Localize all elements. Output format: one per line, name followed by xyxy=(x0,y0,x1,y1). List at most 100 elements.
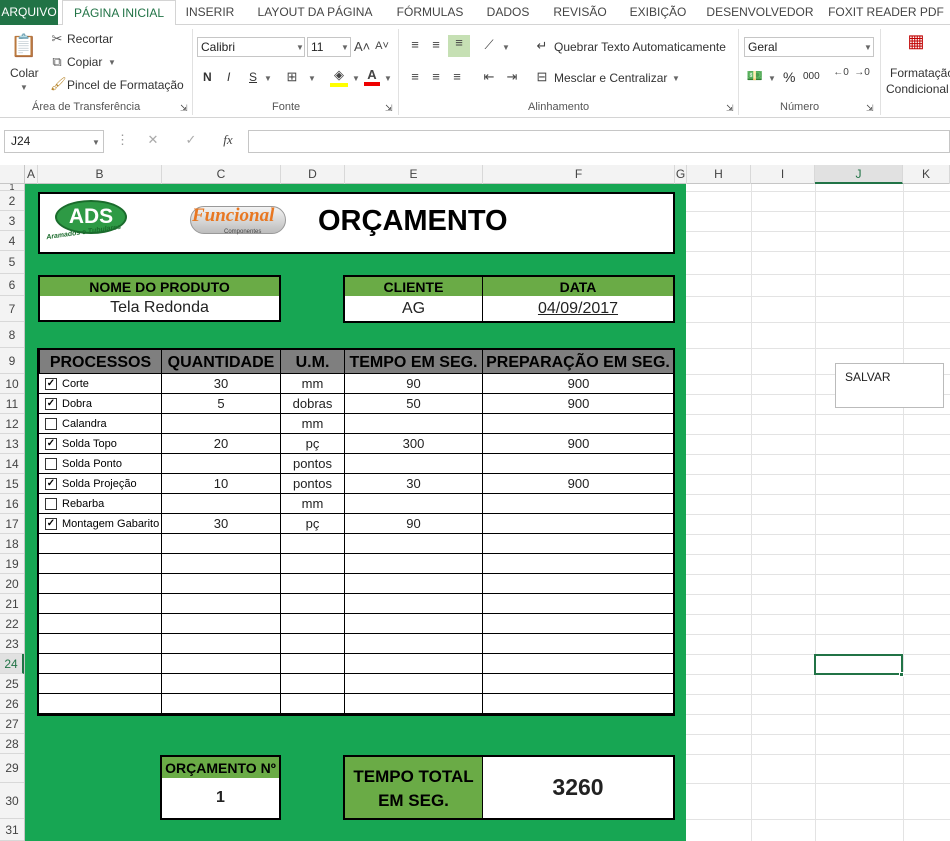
currency-icon[interactable]: 💵 xyxy=(745,68,765,84)
cell-qty[interactable] xyxy=(162,534,281,554)
process-cell[interactable] xyxy=(38,534,162,554)
cell-unit[interactable]: pç xyxy=(281,434,345,454)
cancel-icon[interactable]: ✕ xyxy=(145,132,161,148)
cell-unit[interactable] xyxy=(281,594,345,614)
align-top-icon[interactable]: ≡ xyxy=(406,37,424,52)
process-cell[interactable]: ✓ Dobra xyxy=(38,394,162,414)
row-header[interactable]: 3 xyxy=(0,211,24,231)
conditional-format-label-1[interactable]: Formatação xyxy=(890,66,950,80)
cell-qty[interactable] xyxy=(162,454,281,474)
row-header[interactable]: 29 xyxy=(0,754,24,783)
cell-time[interactable] xyxy=(345,694,483,714)
row-header[interactable]: 9 xyxy=(0,348,24,374)
tab-inserir[interactable]: INSERIR xyxy=(181,0,239,25)
cell-prep[interactable] xyxy=(483,414,674,434)
process-cell[interactable] xyxy=(38,634,162,654)
cell-qty[interactable] xyxy=(162,694,281,714)
cell-unit[interactable]: pç xyxy=(281,514,345,534)
cell-unit[interactable] xyxy=(281,694,345,714)
process-checkbox[interactable] xyxy=(45,498,57,510)
chevron-down-icon[interactable]: ▼ xyxy=(672,74,680,83)
row-header[interactable]: 4 xyxy=(0,231,24,251)
cut-button[interactable]: Recortar xyxy=(67,32,113,46)
row-header[interactable]: 22 xyxy=(0,614,24,634)
cell-time[interactable] xyxy=(345,654,483,674)
process-cell[interactable] xyxy=(38,694,162,714)
column-header[interactable]: I xyxy=(751,165,815,184)
row-header[interactable]: 15 xyxy=(0,474,24,494)
process-cell[interactable] xyxy=(38,594,162,614)
process-cell[interactable] xyxy=(38,614,162,634)
cell-unit[interactable] xyxy=(281,674,345,694)
cell-qty[interactable] xyxy=(162,414,281,434)
cell-time[interactable] xyxy=(345,454,483,474)
row-header[interactable]: 31 xyxy=(0,819,24,841)
cell-qty[interactable] xyxy=(162,614,281,634)
row-header[interactable]: 19 xyxy=(0,554,24,574)
column-header[interactable]: F xyxy=(483,165,675,184)
formula-input[interactable] xyxy=(248,130,950,153)
cell-qty[interactable] xyxy=(162,594,281,614)
chevron-down-icon[interactable]: ▼ xyxy=(108,58,116,67)
row-header[interactable]: 26 xyxy=(0,694,24,714)
cell-unit[interactable]: pontos xyxy=(281,454,345,474)
cell-qty[interactable] xyxy=(162,674,281,694)
dialog-launcher-icon[interactable]: ⇲ xyxy=(180,103,188,114)
process-cell[interactable]: ✓ Montagem Gabarito xyxy=(38,514,162,534)
column-header[interactable]: B xyxy=(38,165,162,184)
chevron-down-icon[interactable]: ▼ xyxy=(502,43,510,52)
enter-icon[interactable]: ✓ xyxy=(183,132,199,148)
merge-center-button[interactable]: Mesclar e Centralizar xyxy=(554,71,667,85)
cell-qty[interactable]: 5 xyxy=(162,394,281,414)
process-checkbox[interactable] xyxy=(45,418,57,430)
cell-prep[interactable]: 900 xyxy=(483,394,674,414)
cell-prep[interactable] xyxy=(483,534,674,554)
checkbox-checked-icon[interactable]: ✓ xyxy=(45,438,57,450)
insert-function-button[interactable]: fx xyxy=(218,132,238,148)
chevron-down-icon[interactable]: ▼ xyxy=(768,74,776,83)
cell-time[interactable] xyxy=(345,494,483,514)
cell-unit[interactable]: pontos xyxy=(281,474,345,494)
process-cell[interactable]: Solda Ponto xyxy=(38,454,162,474)
row-header[interactable]: 6 xyxy=(0,274,24,296)
process-cell[interactable]: Calandra xyxy=(38,414,162,434)
cell-prep[interactable] xyxy=(483,574,674,594)
column-header[interactable]: G xyxy=(675,165,687,184)
tab-dados[interactable]: DADOS xyxy=(480,0,536,25)
paste-icon[interactable]: 📋 xyxy=(10,33,38,63)
cell-time[interactable]: 50 xyxy=(345,394,483,414)
column-header[interactable]: D xyxy=(281,165,345,184)
cell-time[interactable]: 90 xyxy=(345,374,483,394)
chevron-down-icon[interactable]: ▼ xyxy=(20,83,28,92)
chevron-down-icon[interactable]: ▼ xyxy=(864,43,872,52)
cell-unit[interactable]: mm xyxy=(281,494,345,514)
tab-pagina-inicial[interactable]: PÁGINA INICIAL xyxy=(62,0,176,26)
cell-unit[interactable] xyxy=(281,574,345,594)
row-header[interactable]: 21 xyxy=(0,594,24,614)
cell-prep[interactable] xyxy=(483,674,674,694)
chevron-down-icon[interactable]: ▼ xyxy=(92,138,100,147)
increase-indent-icon[interactable]: ⇥ xyxy=(503,69,521,85)
row-header[interactable]: 14 xyxy=(0,454,24,474)
cell-prep[interactable]: 900 xyxy=(483,474,674,494)
cell-unit[interactable] xyxy=(281,534,345,554)
shrink-font-icon[interactable]: A˅ xyxy=(374,40,390,52)
chevron-down-icon[interactable]: ▼ xyxy=(296,43,304,52)
align-center-icon[interactable]: ≡ xyxy=(427,69,445,84)
dialog-launcher-icon[interactable]: ⇲ xyxy=(866,103,874,114)
tab-foxit[interactable]: FOXIT READER PDF xyxy=(826,0,946,25)
cell-prep[interactable] xyxy=(483,654,674,674)
row-header[interactable]: 7 xyxy=(0,296,24,322)
row-header[interactable]: 16 xyxy=(0,494,24,514)
cell-qty[interactable]: 20 xyxy=(162,434,281,454)
cell-qty[interactable] xyxy=(162,574,281,594)
date-value[interactable]: 04/09/2017 xyxy=(482,296,675,323)
row-header[interactable]: 13 xyxy=(0,434,24,454)
cell-prep[interactable]: 900 xyxy=(483,434,674,454)
save-button[interactable]: SALVAR xyxy=(835,363,944,408)
cell-time[interactable] xyxy=(345,614,483,634)
conditional-format-icon[interactable]: ▦ xyxy=(904,31,928,52)
name-box[interactable]: J24 xyxy=(4,130,104,153)
grow-font-icon[interactable]: A˄ xyxy=(354,39,370,54)
align-right-icon[interactable]: ≡ xyxy=(448,69,466,84)
